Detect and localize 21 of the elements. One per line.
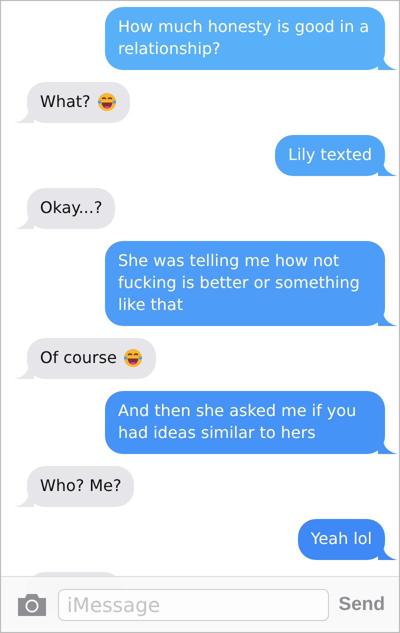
bubble-tail bbox=[378, 56, 398, 70]
bubble-tail bbox=[378, 162, 398, 176]
received-message-bubble: What? bbox=[27, 82, 130, 123]
camera-icon[interactable] bbox=[16, 592, 48, 616]
received-message-bubble: Okay...? bbox=[27, 188, 116, 229]
received-message-bubble: Who? Me? bbox=[27, 466, 134, 507]
bubble-tail bbox=[14, 215, 34, 229]
sent-message-bubble: Lily texted bbox=[275, 135, 385, 176]
send-button[interactable]: Send bbox=[338, 594, 385, 616]
received-message-bubble: Of course bbox=[27, 338, 156, 379]
bubble-tail bbox=[14, 493, 34, 507]
sent-message-bubble: How much honesty is good in a relationship? bbox=[105, 7, 385, 70]
sent-message-bubble: And then she asked me if you had ideas similar to hers bbox=[105, 391, 385, 454]
sent-message-bubble: Yeah lol bbox=[298, 519, 385, 560]
message-input-field[interactable]: iMessage bbox=[58, 588, 329, 620]
bubble-tail bbox=[14, 365, 34, 379]
bubble-tail bbox=[378, 312, 398, 326]
sent-message-bubble: She was telling me how not fucking is better or something like that bbox=[105, 241, 385, 326]
bubble-tail bbox=[14, 109, 34, 123]
bubble-tail bbox=[378, 546, 398, 560]
bubble-tail bbox=[378, 440, 398, 454]
